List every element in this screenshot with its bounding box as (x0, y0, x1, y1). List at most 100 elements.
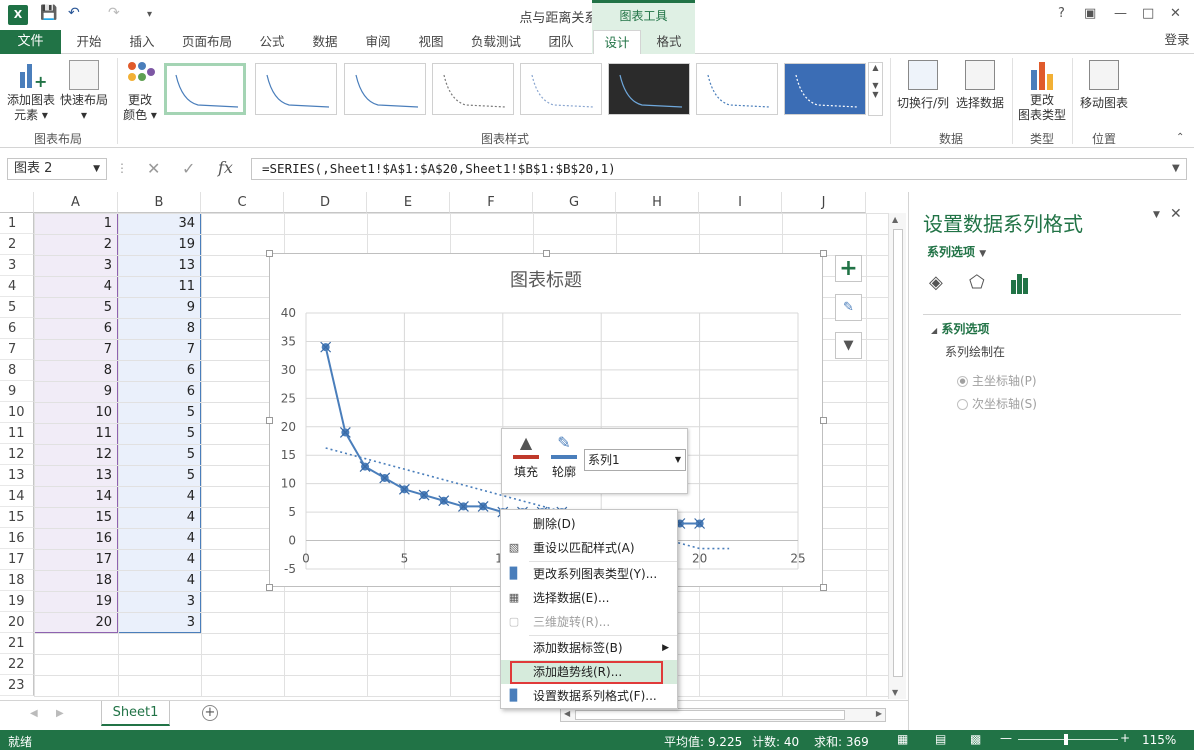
series-options-dropdown[interactable]: 系列选项 ▼ (927, 243, 986, 260)
cell-a17[interactable]: 17 (34, 549, 118, 570)
tab-load-test[interactable]: 负载测试 (463, 30, 529, 54)
cell-b8[interactable]: 6 (118, 360, 201, 381)
cell-a18[interactable]: 18 (34, 570, 118, 591)
zoom-slider-thumb[interactable] (1064, 734, 1068, 745)
row-header[interactable]: 22 (0, 654, 34, 675)
cell-a6[interactable]: 6 (34, 318, 118, 339)
cell-b16[interactable]: 4 (118, 528, 201, 549)
switch-row-column-button[interactable]: 切换行/列 (893, 60, 953, 111)
col-header-g[interactable]: G (533, 192, 616, 213)
change-colors-button[interactable]: 更改 颜色 ▾ (120, 60, 160, 123)
data-point[interactable] (359, 461, 371, 473)
quick-layout-button[interactable]: 快速布局 ▾ (58, 60, 110, 123)
row-header[interactable]: 5 (0, 297, 34, 318)
minimize-icon[interactable]: — (1114, 6, 1127, 21)
tab-design[interactable]: 设计 (593, 30, 641, 55)
select-data-button[interactable]: 选择数据 (953, 60, 1007, 111)
row-header[interactable]: 20 (0, 612, 34, 633)
tab-page-layout[interactable]: 页面布局 (176, 30, 238, 54)
data-point[interactable] (379, 472, 391, 484)
menu-item-select-data[interactable]: ▦ 选择数据(E)... (501, 586, 677, 610)
collapse-ribbon-icon[interactable]: ⌃ (1176, 132, 1184, 143)
series-options-section[interactable]: ◢ 系列选项 (931, 320, 989, 337)
row-header[interactable]: 11 (0, 423, 34, 444)
expand-formula-icon[interactable]: ▼ (1172, 163, 1180, 174)
row-header[interactable]: 17 (0, 549, 34, 570)
cell-b12[interactable]: 5 (118, 444, 201, 465)
series-select[interactable]: 系列1 ▼ (584, 449, 686, 471)
cell-a7[interactable]: 7 (34, 339, 118, 360)
confirm-entry-icon[interactable]: ✓ (182, 159, 195, 178)
data-point[interactable] (320, 341, 332, 353)
add-sheet-icon[interactable]: + (202, 705, 218, 721)
cell-a10[interactable]: 10 (34, 402, 118, 423)
row-header[interactable]: 16 (0, 528, 34, 549)
cell-b18[interactable]: 4 (118, 570, 201, 591)
cell-a13[interactable]: 13 (34, 465, 118, 486)
effects-tab-icon[interactable]: ⬠ (969, 272, 985, 293)
cell-a15[interactable]: 15 (34, 507, 118, 528)
cell-a8[interactable]: 8 (34, 360, 118, 381)
close-icon[interactable]: ✕ (1170, 6, 1181, 21)
col-header-b[interactable]: B (118, 192, 201, 213)
help-icon[interactable]: ? (1058, 6, 1065, 21)
menu-item-reset-style[interactable]: ▧ 重设以匹配样式(A) (501, 536, 677, 560)
resize-handle[interactable] (820, 584, 827, 591)
page-layout-view-icon[interactable]: ▤ (935, 732, 946, 746)
zoom-level[interactable]: 115% (1142, 733, 1176, 747)
cell-a12[interactable]: 12 (34, 444, 118, 465)
tab-formulas[interactable]: 公式 (252, 30, 292, 54)
tab-insert[interactable]: 插入 (122, 30, 162, 54)
login-link[interactable]: 登录 (1160, 28, 1194, 52)
row-header[interactable]: 6 (0, 318, 34, 339)
cell-a4[interactable]: 4 (34, 276, 118, 297)
cell-b11[interactable]: 5 (118, 423, 201, 444)
cancel-entry-icon[interactable]: ✕ (147, 159, 160, 178)
gallery-scroll[interactable]: ▲ ▼ ▼ (868, 62, 883, 116)
row-header[interactable]: 1 (0, 213, 34, 234)
cell-a20[interactable]: 20 (34, 612, 118, 633)
data-point[interactable] (458, 500, 469, 512)
pane-options-icon[interactable]: ▼ (1153, 210, 1160, 220)
col-header-j[interactable]: J (782, 192, 866, 213)
horizontal-scrollbar[interactable]: ◀ ▶ (560, 708, 886, 722)
menu-item-add-data-labels[interactable]: 添加数据标签(B) ▶ (501, 636, 677, 660)
series-options-tab-icon[interactable] (1009, 272, 1031, 294)
menu-item-format-series[interactable]: ▉ 设置数据系列格式(F)... (501, 684, 677, 708)
cell-b1[interactable]: 34 (118, 213, 201, 234)
cell-b6[interactable]: 8 (118, 318, 201, 339)
col-header-c[interactable]: C (201, 192, 284, 213)
insert-function-icon[interactable]: fx (218, 158, 233, 177)
cell-a9[interactable]: 9 (34, 381, 118, 402)
row-header[interactable]: 13 (0, 465, 34, 486)
row-header[interactable]: 18 (0, 570, 34, 591)
cell-a1[interactable]: 1 (34, 213, 118, 234)
cell-b5[interactable]: 9 (118, 297, 201, 318)
row-header[interactable]: 23 (0, 675, 34, 696)
formula-bar-options-icon[interactable]: ⋮ (116, 161, 128, 175)
cell-a11[interactable]: 11 (34, 423, 118, 444)
cell-b9[interactable]: 6 (118, 381, 201, 402)
next-sheet-icon[interactable]: ▶ (56, 708, 64, 719)
chart-filters-icon[interactable]: ▼ (835, 332, 862, 359)
zoom-slider[interactable] (1018, 739, 1118, 740)
cell-a14[interactable]: 14 (34, 486, 118, 507)
row-header[interactable]: 10 (0, 402, 34, 423)
normal-view-icon[interactable]: ▦ (897, 732, 908, 746)
col-header-e[interactable]: E (367, 192, 450, 213)
tab-file[interactable]: 文件 (0, 30, 61, 54)
col-header-d[interactable]: D (284, 192, 367, 213)
row-header[interactable]: 21 (0, 633, 34, 654)
cell-b17[interactable]: 4 (118, 549, 201, 570)
col-header-i[interactable]: I (699, 192, 782, 213)
cell-b20[interactable]: 3 (118, 612, 201, 633)
cell-b7[interactable]: 7 (118, 339, 201, 360)
cell-b3[interactable]: 13 (118, 255, 201, 276)
resize-handle[interactable] (266, 250, 273, 257)
cell-b13[interactable]: 5 (118, 465, 201, 486)
data-point[interactable] (339, 427, 351, 438)
tab-data[interactable]: 数据 (305, 30, 345, 54)
chart-styles-brush-icon[interactable]: ✎ (835, 294, 862, 321)
col-header-f[interactable]: F (450, 192, 533, 213)
select-all-corner[interactable] (0, 192, 34, 213)
